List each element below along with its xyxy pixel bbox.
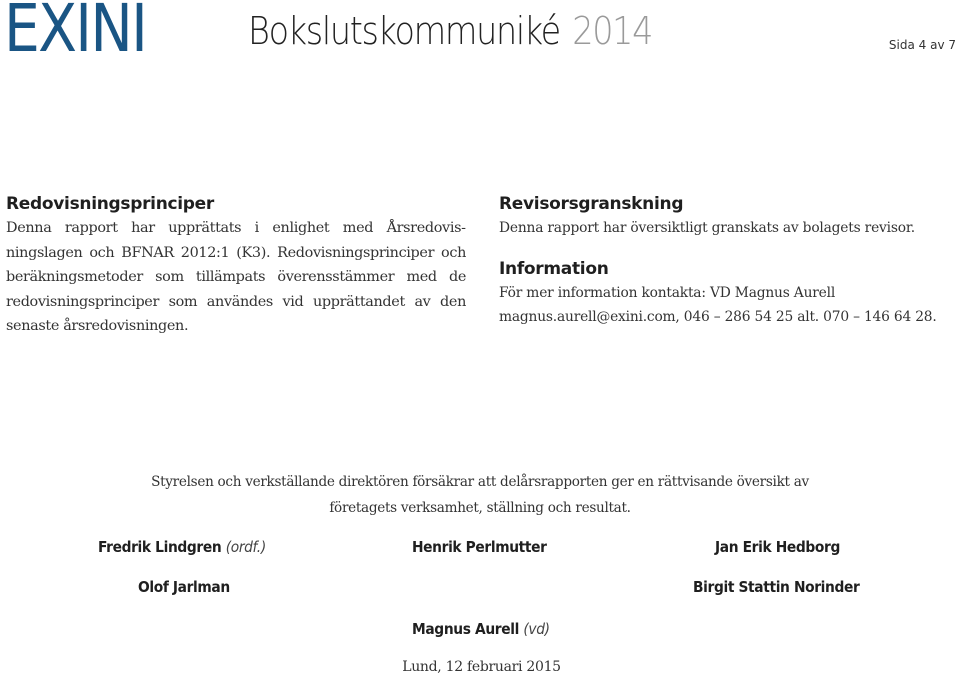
signatory: Magnus Aurell (vd) — [412, 620, 550, 638]
signatory-name: Jan Erik Hedborg — [715, 538, 840, 556]
board-declaration: Styrelsen och verkställande direktören f… — [0, 469, 960, 521]
section-body: Denna rapport har översiktligt granskats… — [499, 220, 915, 236]
signatory-name: Olof Jarlman — [138, 578, 230, 596]
section-information: Information För mer information kontakta… — [499, 257, 959, 330]
signatory: Fredrik Lindgren (ordf.) — [98, 538, 266, 556]
signatory-role: (ordf.) — [225, 538, 266, 556]
section-accounting-principles: Redovisningsprinciper Denna rapport har … — [6, 192, 466, 339]
signatory: Olof Jarlman — [138, 578, 230, 596]
section-heading: Revisorsgranskning — [499, 194, 684, 214]
signatory-name: Birgit Stattin Norinder — [693, 578, 860, 596]
section-heading: Redovisningsprinciper — [6, 194, 214, 214]
place-and-date: Lund, 12 februari 2015 — [402, 659, 561, 675]
contact-line: För mer information kontakta: VD Magnus … — [499, 284, 836, 301]
document-title-text: Bokslutskommuniké — [248, 9, 561, 53]
signatory-name: Henrik Perlmutter — [412, 538, 547, 556]
signatory-role: (vd) — [523, 620, 550, 638]
signatory: Birgit Stattin Norinder — [693, 578, 860, 596]
declaration-line: Styrelsen och verkställande direktören f… — [151, 474, 809, 490]
section-audit-review: Revisorsgranskning Denna rapport har öve… — [499, 192, 959, 241]
contact-details: magnus.aurell@exini.com, 046 – 286 54 25… — [499, 309, 937, 325]
section-body: Denna rapport har upprättats i enlighet … — [6, 220, 466, 334]
right-column: Revisorsgranskning Denna rapport har öve… — [499, 192, 959, 330]
document-title: Bokslutskommuniké 2014 — [248, 9, 653, 53]
signatory-name: Fredrik Lindgren — [98, 538, 222, 556]
page-indicator: Sida 4 av 7 — [888, 38, 956, 52]
section-heading: Information — [499, 258, 609, 279]
document-year: 2014 — [572, 9, 653, 53]
signatory: Jan Erik Hedborg — [715, 538, 840, 556]
company-logo: EXINI — [4, 0, 148, 67]
signatory-name: Magnus Aurell — [412, 620, 519, 638]
signatory: Henrik Perlmutter — [412, 538, 547, 556]
declaration-line: företagets verksamhet, ställning och res… — [329, 500, 631, 516]
